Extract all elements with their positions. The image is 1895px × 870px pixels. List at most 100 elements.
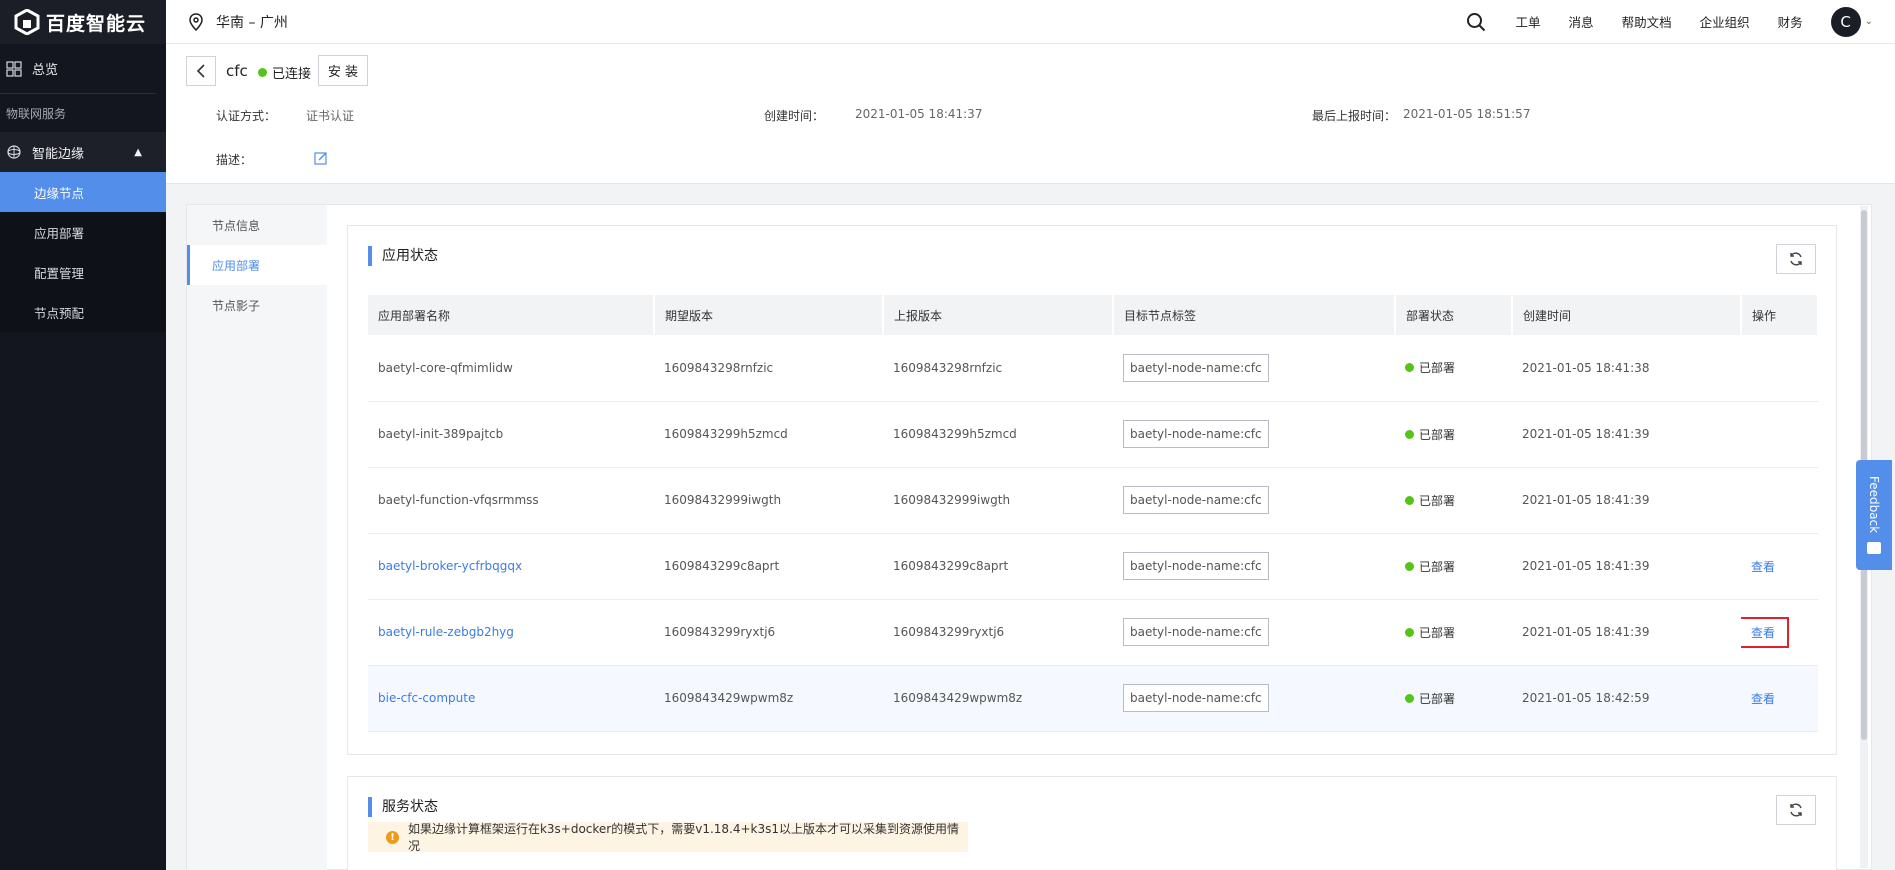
deploy-status: 已部署 bbox=[1419, 691, 1456, 706]
grid-icon bbox=[6, 60, 22, 77]
search-icon[interactable] bbox=[1466, 12, 1486, 32]
tab-app-deploy[interactable]: 应用部署 bbox=[187, 245, 327, 285]
reported-label: 最后上报时间： bbox=[1312, 109, 1397, 123]
tab-node-info[interactable]: 节点信息 bbox=[187, 205, 327, 245]
view-button[interactable]: 查看 bbox=[1751, 692, 1775, 706]
status-dot-icon bbox=[1405, 363, 1414, 373]
auth-value: 证书认证 bbox=[306, 109, 355, 123]
node-tag: baetyl-node-name:cfc bbox=[1123, 486, 1269, 514]
nav-organization[interactable]: 企业组织 bbox=[1700, 12, 1750, 31]
chevron-down-icon[interactable]: ⌄ bbox=[1865, 16, 1873, 27]
reported-version: 16098432999iwgth bbox=[883, 467, 1113, 534]
status-dot-icon bbox=[258, 68, 267, 77]
col-created-time: 创建时间 bbox=[1512, 295, 1742, 335]
app-name: baetyl-core-qfmimlidw bbox=[368, 335, 654, 402]
sidebar-item-app-deploy[interactable]: 应用部署 bbox=[0, 212, 166, 252]
warning-icon: ! bbox=[386, 830, 399, 844]
col-reported-version: 上报版本 bbox=[883, 295, 1114, 335]
created-time: 2021-01-05 18:41:38 bbox=[1512, 335, 1741, 402]
app-name-cell: baetyl-rule-zebgb2hyg bbox=[368, 599, 654, 666]
tab-node-shadow[interactable]: 节点影子 bbox=[187, 285, 327, 325]
reported-version: 1609843298rnfzic bbox=[883, 335, 1113, 402]
expected-version: 1609843299h5zmcd bbox=[654, 401, 883, 468]
region-label: 华南 – 广州 bbox=[216, 14, 288, 31]
nav-messages[interactable]: 消息 bbox=[1569, 12, 1594, 31]
target-tag-cell: baetyl-node-name:cfc bbox=[1113, 335, 1395, 402]
actions-cell: 查看 bbox=[1741, 665, 1818, 732]
target-tag-cell: baetyl-node-name:cfc bbox=[1113, 665, 1395, 732]
sidebar-item-overview[interactable]: 总览 bbox=[0, 44, 156, 94]
app-status-title: 应用状态 bbox=[368, 246, 438, 266]
feedback-label: Feedback bbox=[1867, 476, 1881, 534]
col-deploy-status: 部署状态 bbox=[1395, 295, 1513, 335]
col-actions: 操作 bbox=[1741, 295, 1819, 335]
sidebar-item-edge-nodes[interactable]: 边缘节点 bbox=[0, 172, 166, 212]
col-expected-version: 期望版本 bbox=[654, 295, 884, 335]
created-time: 2021-01-05 18:41:39 bbox=[1512, 467, 1741, 534]
expected-version: 16098432999iwgth bbox=[654, 467, 883, 534]
back-button[interactable] bbox=[186, 56, 216, 86]
notice-banner: ! 如果边缘计算框架运行在k3s+docker的模式下，需要v1.18.4+k3… bbox=[368, 822, 968, 853]
nav-finance[interactable]: 财务 bbox=[1778, 12, 1803, 31]
brand-logo[interactable]: 百度智能云 bbox=[0, 0, 166, 44]
nav-help-docs[interactable]: 帮助文档 bbox=[1622, 12, 1672, 31]
col-name: 应用部署名称 bbox=[368, 295, 655, 335]
expected-version: 1609843299ryxtj6 bbox=[654, 599, 883, 666]
connection-status: 已连接 bbox=[258, 63, 311, 82]
actions-cell bbox=[1741, 335, 1818, 402]
app-name-link[interactable]: baetyl-rule-zebgb2hyg bbox=[378, 625, 514, 639]
created-time: 2021-01-05 18:41:39 bbox=[1512, 599, 1741, 666]
connection-label: 已连接 bbox=[272, 67, 312, 82]
avatar[interactable]: C bbox=[1830, 6, 1861, 37]
content-panel: 节点信息 应用部署 节点影子 应用状态 应用部署名称 期望版本 上报版本 目标节… bbox=[186, 204, 1872, 870]
view-button[interactable]: 查看 bbox=[1751, 560, 1775, 574]
sidebar: 百度智能云 总览 物联网服务 智能边缘 ▲ 边缘节点 应用部署 配置管理 节点预… bbox=[0, 0, 166, 870]
status-dot-icon bbox=[1405, 627, 1414, 637]
created-label: 创建时间： bbox=[764, 109, 825, 123]
feedback-button[interactable]: Feedback bbox=[1856, 460, 1892, 570]
app-name-cell: baetyl-broker-ycfrbqgqx bbox=[368, 533, 654, 600]
edit-icon[interactable] bbox=[314, 151, 328, 165]
sidebar-overview-label: 总览 bbox=[32, 63, 59, 78]
service-status-card: 服务状态 ! 如果边缘计算框架运行在k3s+docker的模式下，需要v1.18… bbox=[347, 776, 1837, 870]
target-tag-cell: baetyl-node-name:cfc bbox=[1113, 599, 1395, 666]
node-tag: baetyl-node-name:cfc bbox=[1123, 420, 1269, 448]
target-tag-cell: baetyl-node-name:cfc bbox=[1113, 467, 1395, 534]
baidu-cloud-logo-icon bbox=[14, 8, 40, 36]
edge-icon bbox=[6, 144, 22, 160]
node-tag: baetyl-node-name:cfc bbox=[1123, 618, 1269, 646]
region-selector[interactable]: 华南 – 广州 bbox=[188, 12, 288, 32]
deploy-status-cell: 已部署 bbox=[1395, 467, 1512, 534]
deploy-status: 已部署 bbox=[1419, 427, 1456, 442]
actions-cell: 查看 bbox=[1741, 533, 1818, 600]
service-status-title: 服务状态 bbox=[368, 797, 438, 817]
app-name-link[interactable]: bie-cfc-compute bbox=[378, 691, 475, 705]
deploy-status-cell: 已部署 bbox=[1395, 665, 1512, 732]
view-button-highlighted[interactable]: 查看 bbox=[1741, 616, 1790, 648]
table-row: bie-cfc-compute 1609843429wpwm8z 1609843… bbox=[368, 665, 1818, 732]
deploy-status: 已部署 bbox=[1419, 625, 1456, 640]
sidebar-group-label: 智能边缘 bbox=[32, 146, 85, 162]
actions-cell bbox=[1741, 467, 1818, 534]
chevron-left-icon bbox=[196, 64, 205, 78]
sidebar-group-smart-edge[interactable]: 智能边缘 ▲ bbox=[0, 132, 166, 172]
reported-value: 2021-01-05 18:51:57 bbox=[1403, 107, 1531, 121]
created-value: 2021-01-05 18:41:37 bbox=[855, 107, 983, 121]
notice-text: 如果边缘计算框架运行在k3s+docker的模式下，需要v1.18.4+k3s1… bbox=[407, 822, 960, 853]
install-button[interactable]: 安 装 bbox=[318, 55, 368, 86]
refresh-button[interactable] bbox=[1776, 244, 1816, 274]
refresh-button[interactable] bbox=[1776, 795, 1816, 825]
deploy-status: 已部署 bbox=[1419, 493, 1456, 508]
nav-tickets[interactable]: 工单 bbox=[1516, 12, 1541, 31]
sidebar-item-provisioning[interactable]: 节点预配 bbox=[0, 292, 166, 332]
auth-label: 认证方式： bbox=[216, 109, 277, 123]
deploy-status-cell: 已部署 bbox=[1395, 335, 1512, 402]
node-name: cfc bbox=[226, 62, 248, 80]
status-dot-icon bbox=[1405, 693, 1414, 703]
sidebar-item-config[interactable]: 配置管理 bbox=[0, 252, 166, 292]
created-time: 2021-01-05 18:41:39 bbox=[1512, 401, 1741, 468]
expected-version: 1609843429wpwm8z bbox=[654, 665, 883, 732]
app-name-link[interactable]: baetyl-broker-ycfrbqgqx bbox=[378, 559, 522, 573]
node-tag: baetyl-node-name:cfc bbox=[1123, 684, 1269, 712]
deploy-status-cell: 已部署 bbox=[1395, 533, 1512, 600]
